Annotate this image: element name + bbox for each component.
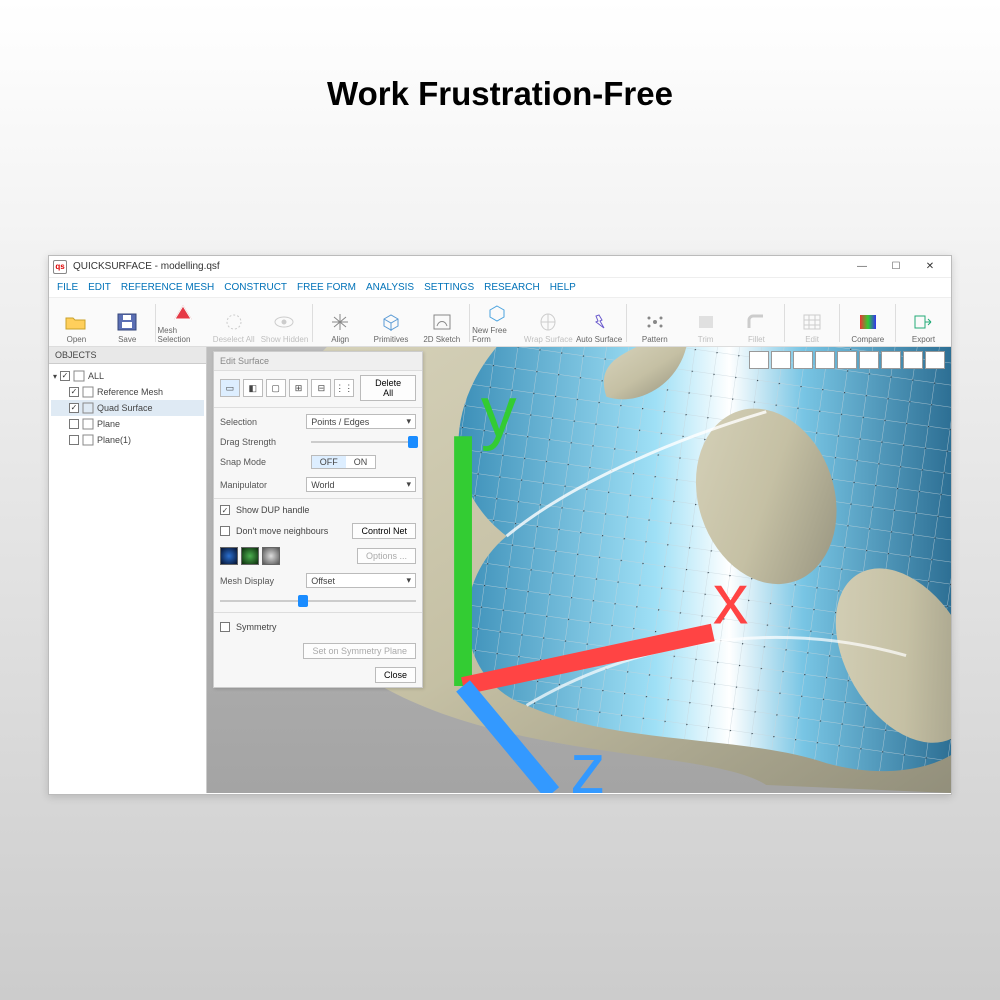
auto-surface-icon xyxy=(587,311,611,333)
axis-gizmo: y x z xyxy=(207,347,951,793)
svg-text:z: z xyxy=(570,729,606,793)
deselect-all-icon xyxy=(222,311,246,333)
tree-root-label: ALL xyxy=(88,371,104,381)
mesh-selection-icon xyxy=(171,302,195,324)
pattern-icon xyxy=(643,311,667,333)
objects-header: OBJECTS xyxy=(49,347,206,364)
tool-show-hidden[interactable]: Show Hidden xyxy=(259,302,310,344)
wrap-surface-icon xyxy=(536,311,560,333)
tool-primitives[interactable]: Primitives xyxy=(366,302,417,344)
2d-sketch-icon xyxy=(430,311,454,333)
save-icon xyxy=(115,311,139,333)
tree-item-label: Reference Mesh xyxy=(97,387,163,397)
tree-item[interactable]: Plane(1) xyxy=(51,432,204,448)
tree-checkbox[interactable] xyxy=(69,403,79,413)
svg-text:y: y xyxy=(481,372,517,452)
tree-checkbox[interactable] xyxy=(60,371,70,381)
menu-free-form[interactable]: FREE FORM xyxy=(297,282,356,293)
tool-new-free-form[interactable]: New Free Form xyxy=(472,302,523,344)
tool-open[interactable]: Open xyxy=(51,302,102,344)
primitives-icon xyxy=(379,311,403,333)
fillet-icon xyxy=(744,311,768,333)
objects-panel: OBJECTS ▾ ALL Reference Mesh Quad Surface… xyxy=(49,347,207,793)
tree-item[interactable]: Reference Mesh xyxy=(51,384,204,400)
tree-item-label: Quad Surface xyxy=(97,403,153,413)
minimize-button[interactable]: — xyxy=(845,258,879,276)
menu-research[interactable]: RESEARCH xyxy=(484,282,540,293)
tool-edit[interactable]: Edit xyxy=(787,302,838,344)
menu-reference-mesh[interactable]: REFERENCE MESH xyxy=(121,282,214,293)
tree-checkbox[interactable] xyxy=(69,435,79,445)
tool-export[interactable]: Export xyxy=(898,302,949,344)
align-icon xyxy=(328,311,352,333)
tree-item[interactable]: Plane xyxy=(51,416,204,432)
trim-icon xyxy=(694,311,718,333)
svg-text:x: x xyxy=(713,560,749,640)
window-title: QUICKSURFACE - modelling.qsf xyxy=(73,261,845,272)
workarea: OBJECTS ▾ ALL Reference Mesh Quad Surface… xyxy=(49,347,951,793)
tool-auto-surface[interactable]: Auto Surface xyxy=(574,302,625,344)
headline: Work Frustration-Free xyxy=(0,0,1000,113)
tree-item[interactable]: Quad Surface xyxy=(51,400,204,416)
app-window: qs QUICKSURFACE - modelling.qsf — ☐ ✕ FI… xyxy=(48,255,952,795)
tree-checkbox[interactable] xyxy=(69,387,79,397)
objects-tree: ▾ ALL Reference Mesh Quad Surface Plane Pla… xyxy=(49,364,206,452)
menubar: FILE EDIT REFERENCE MESH CONSTRUCT FREE FORM… xyxy=(49,278,951,298)
tree-item-label: Plane xyxy=(97,419,120,429)
tool-trim[interactable]: Trim xyxy=(680,302,731,344)
edit-icon xyxy=(800,311,824,333)
show-hidden-icon xyxy=(272,311,296,333)
menu-analysis[interactable]: ANALYSIS xyxy=(366,282,414,293)
toolbar: OpenSaveMesh SelectionDeselect AllShow H… xyxy=(49,298,951,347)
titlebar: qs QUICKSURFACE - modelling.qsf — ☐ ✕ xyxy=(49,256,951,278)
tool-mesh-selection[interactable]: Mesh Selection xyxy=(158,302,209,344)
open-icon xyxy=(64,311,88,333)
menu-edit[interactable]: EDIT xyxy=(88,282,111,293)
tree-checkbox[interactable] xyxy=(69,419,79,429)
export-icon xyxy=(911,311,935,333)
menu-file[interactable]: FILE xyxy=(57,282,78,293)
tool-wrap-surface[interactable]: Wrap Surface xyxy=(523,302,574,344)
new-free-form-icon xyxy=(485,302,509,324)
tool-2d-sketch[interactable]: 2D Sketch xyxy=(416,302,467,344)
viewport[interactable]: Edit Surface ▭ ◧ ▢ ⊞ ⊟ ⋮⋮ Delete All Sel… xyxy=(207,347,951,793)
tool-fillet[interactable]: Fillet xyxy=(731,302,782,344)
menu-settings[interactable]: SETTINGS xyxy=(424,282,474,293)
tool-save[interactable]: Save xyxy=(102,302,153,344)
maximize-button[interactable]: ☐ xyxy=(879,258,913,276)
compare-icon xyxy=(856,311,880,333)
tool-compare[interactable]: Compare xyxy=(842,302,893,344)
tree-item-label: Plane(1) xyxy=(97,435,131,445)
menu-construct[interactable]: CONSTRUCT xyxy=(224,282,287,293)
app-icon: qs xyxy=(53,260,67,274)
tool-deselect-all[interactable]: Deselect All xyxy=(208,302,259,344)
tool-align[interactable]: Align xyxy=(315,302,366,344)
menu-help[interactable]: HELP xyxy=(550,282,576,293)
close-button[interactable]: ✕ xyxy=(913,258,947,276)
tool-pattern[interactable]: Pattern xyxy=(629,302,680,344)
tree-root[interactable]: ▾ ALL xyxy=(51,368,204,384)
